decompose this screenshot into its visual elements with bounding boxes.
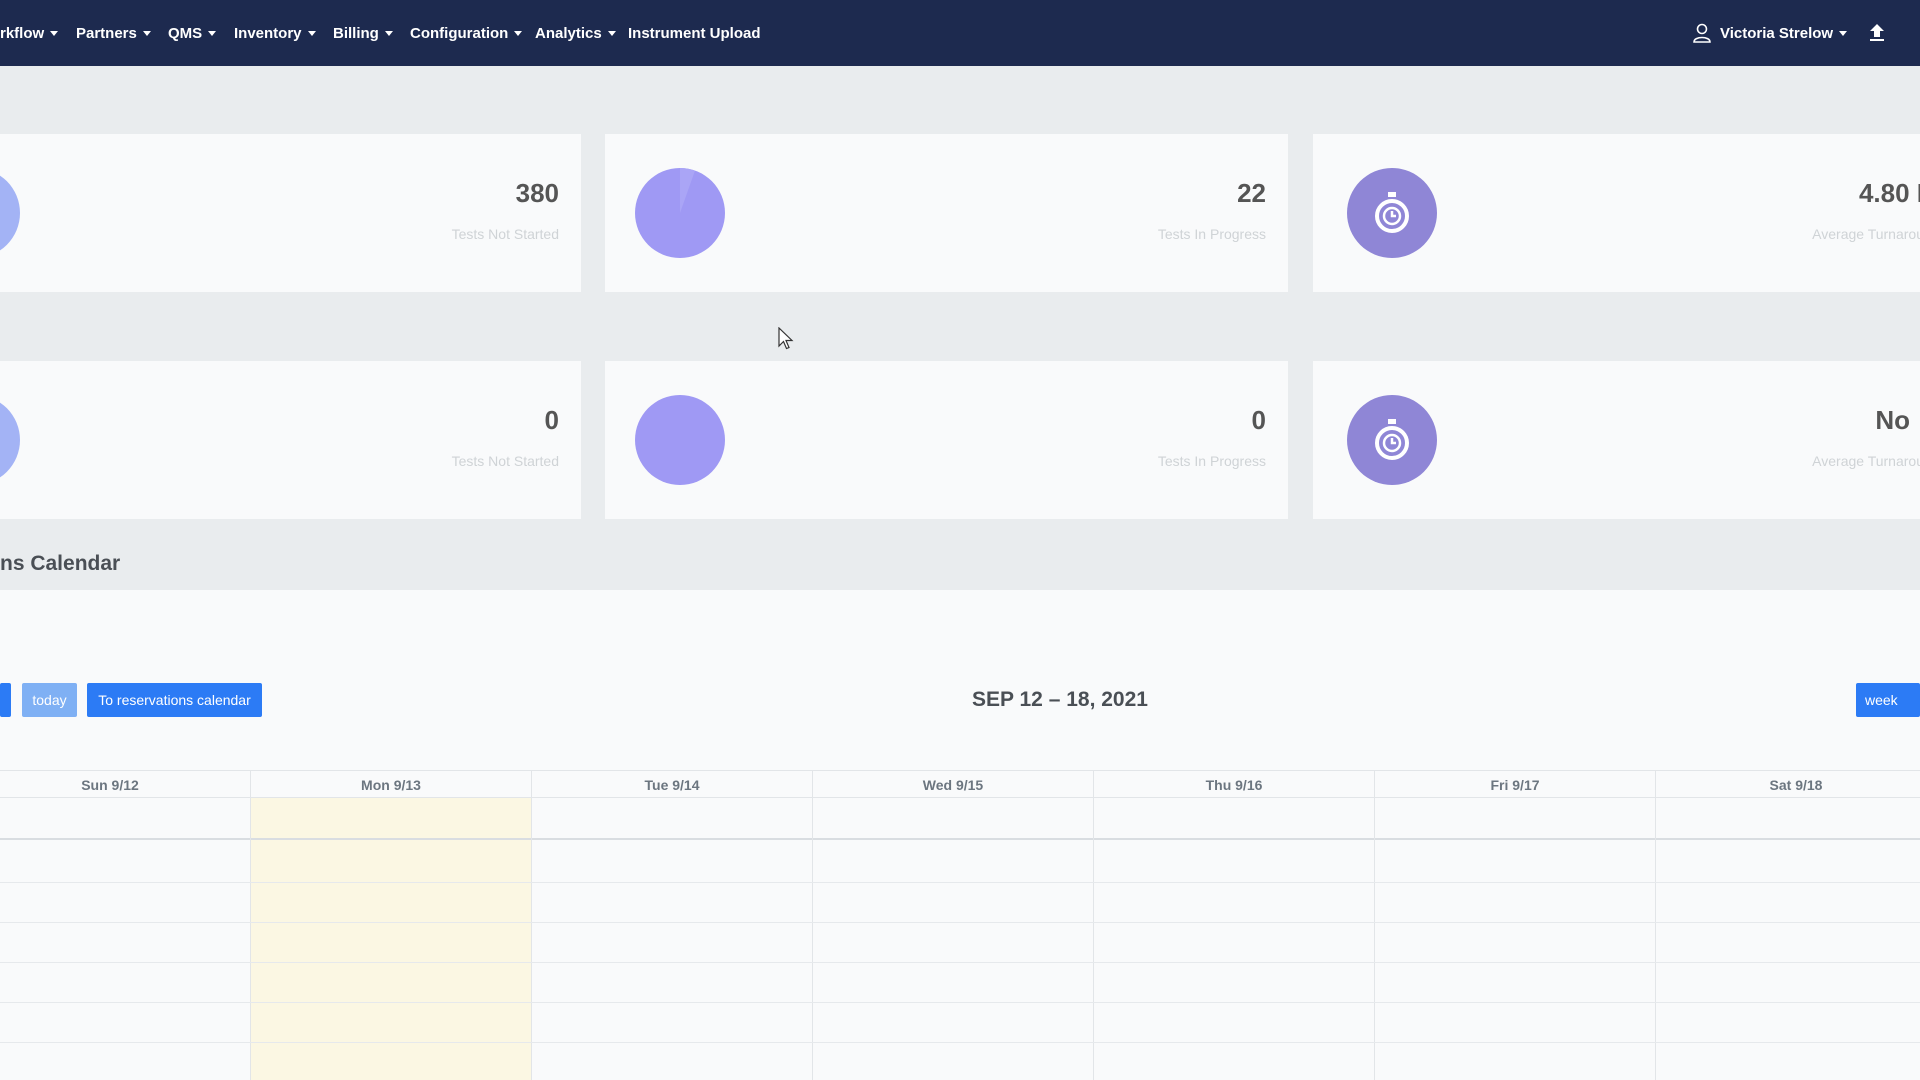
chevron-down-icon bbox=[50, 30, 59, 36]
stat-label: Tests Not Started bbox=[451, 226, 559, 242]
nav-analytics-label: Analytics bbox=[535, 24, 602, 42]
day-header: Thu 9/16 bbox=[1094, 770, 1374, 798]
nav-configuration[interactable]: Configuration bbox=[410, 0, 523, 66]
day-header: Sun 9/12 bbox=[0, 770, 250, 798]
stat-value: 0 bbox=[1251, 405, 1266, 435]
day-column[interactable]: Wed 9/15 bbox=[813, 770, 1094, 1080]
all-day-slot[interactable] bbox=[251, 798, 531, 840]
stat-label: Tests In Progress bbox=[1157, 453, 1266, 469]
top-navbar: rkflow Partners QMS Inventory Billing Co… bbox=[0, 0, 1920, 66]
day-column[interactable]: Sun 9/12 bbox=[0, 770, 251, 1080]
pie-chart-icon bbox=[0, 395, 20, 485]
day-column[interactable]: Fri 9/17 bbox=[1375, 770, 1656, 1080]
user-name: Victoria Strelow bbox=[1720, 24, 1834, 42]
day-column[interactable]: Sat 9/18 bbox=[1656, 770, 1920, 1080]
time-slot-line bbox=[0, 882, 1920, 883]
stat-label: Tests In Progress bbox=[1157, 226, 1266, 242]
chevron-down-icon bbox=[208, 30, 217, 36]
all-day-slot[interactable] bbox=[1094, 798, 1374, 840]
stat-card-in-progress-2: 0 Tests In Progress bbox=[605, 361, 1288, 519]
user-menu[interactable]: Victoria Strelow bbox=[1692, 0, 1848, 66]
chevron-down-icon bbox=[307, 30, 316, 36]
day-column[interactable]: Thu 9/16 bbox=[1094, 770, 1375, 1080]
nav-instrument-upload[interactable]: Instrument Upload bbox=[628, 0, 761, 66]
stat-card-turnaround: 4.80 I Average Turnarou bbox=[1313, 134, 1920, 292]
stat-label: Average Turnarou bbox=[1812, 226, 1920, 242]
calendar-title: ns Calendar bbox=[0, 552, 121, 575]
nav-qms[interactable]: QMS bbox=[168, 0, 217, 66]
chevron-down-icon bbox=[607, 30, 616, 36]
today-button[interactable]: today bbox=[22, 683, 77, 717]
time-slot-line bbox=[0, 1002, 1920, 1003]
mouse-cursor-icon bbox=[778, 327, 794, 350]
chevron-down-icon bbox=[384, 30, 393, 36]
nav-inventory[interactable]: Inventory bbox=[234, 0, 316, 66]
day-column[interactable]: Tue 9/14 bbox=[532, 770, 813, 1080]
week-view-button[interactable]: week bbox=[1856, 683, 1920, 717]
time-slot-line bbox=[0, 1042, 1920, 1043]
chevron-down-icon bbox=[514, 30, 523, 36]
stat-value: 380 bbox=[515, 178, 559, 208]
all-day-slot[interactable] bbox=[813, 798, 1093, 840]
pie-chart-icon bbox=[0, 168, 20, 258]
stat-value: No bbox=[1875, 405, 1910, 435]
pie-chart-icon bbox=[635, 395, 725, 485]
nav-workflow[interactable]: rkflow bbox=[0, 0, 59, 66]
nav-workflow-label: rkflow bbox=[0, 24, 45, 42]
stat-card-in-progress: 22 Tests In Progress bbox=[605, 134, 1288, 292]
stat-value: 4.80 I bbox=[1858, 178, 1920, 208]
calendar-date-range: SEP 12 – 18, 2021 bbox=[972, 688, 1148, 711]
nav-partners-label: Partners bbox=[76, 24, 137, 42]
day-header: Wed 9/15 bbox=[813, 770, 1093, 798]
day-header: Mon 9/13 bbox=[251, 770, 531, 798]
stat-value: 0 bbox=[544, 405, 559, 435]
day-column-today[interactable]: Mon 9/13 bbox=[251, 770, 532, 1080]
stat-card-not-started: 380 Tests Not Started bbox=[0, 134, 581, 292]
all-day-slot[interactable] bbox=[1656, 798, 1920, 840]
reservations-calendar-button[interactable]: To reservations calendar bbox=[87, 683, 262, 717]
nav-analytics[interactable]: Analytics bbox=[535, 0, 616, 66]
chevron-down-icon bbox=[142, 30, 151, 36]
user-icon bbox=[1693, 23, 1711, 43]
all-day-slot[interactable] bbox=[0, 798, 250, 840]
stat-value: 22 bbox=[1237, 178, 1266, 208]
nav-partners[interactable]: Partners bbox=[76, 0, 151, 66]
nav-billing[interactable]: Billing bbox=[333, 0, 393, 66]
day-header: Sat 9/18 bbox=[1656, 770, 1920, 798]
nav-inventory-label: Inventory bbox=[234, 24, 302, 42]
nav-configuration-label: Configuration bbox=[410, 24, 509, 42]
calendar-week-grid: Sun 9/12 Mon 9/13 Tue 9/14 Wed 9/15 Thu … bbox=[0, 770, 1920, 1080]
stat-label: Average Turnarou bbox=[1812, 453, 1920, 469]
chevron-down-icon bbox=[1839, 30, 1848, 36]
day-header: Fri 9/17 bbox=[1375, 770, 1655, 798]
nav-instrument-upload-label: Instrument Upload bbox=[628, 24, 761, 42]
all-day-slot[interactable] bbox=[1375, 798, 1655, 840]
day-header: Tue 9/14 bbox=[532, 770, 812, 798]
stat-card-not-started-2: 0 Tests Not Started bbox=[0, 361, 581, 519]
upload-icon[interactable] bbox=[1868, 22, 1886, 42]
nav-qms-label: QMS bbox=[168, 24, 203, 42]
stopwatch-icon bbox=[1347, 395, 1437, 485]
time-slot-line bbox=[0, 922, 1920, 923]
pie-chart-icon bbox=[635, 168, 725, 258]
nav-billing-label: Billing bbox=[333, 24, 379, 42]
pie-slice-icon bbox=[680, 168, 695, 213]
prev-button[interactable] bbox=[0, 683, 11, 717]
stopwatch-icon bbox=[1347, 168, 1437, 258]
time-slot-line bbox=[0, 962, 1920, 963]
stat-card-turnaround-2: No Average Turnarou bbox=[1313, 361, 1920, 519]
all-day-slot[interactable] bbox=[532, 798, 812, 840]
stat-label: Tests Not Started bbox=[451, 453, 559, 469]
